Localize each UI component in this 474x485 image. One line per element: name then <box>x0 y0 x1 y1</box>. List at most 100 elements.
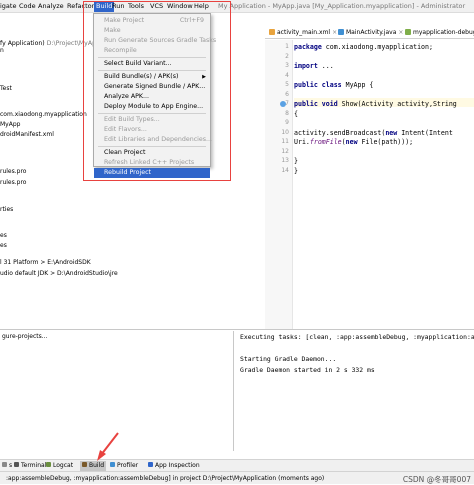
line-number: 13 <box>281 157 289 164</box>
line-number: 3 <box>285 62 289 69</box>
toolwindow-profiler[interactable]: Profiler <box>110 462 138 469</box>
toolwindow-label: Logcat <box>53 462 74 469</box>
tree-node[interactable]: rties <box>0 206 13 213</box>
code-token: new <box>345 138 362 146</box>
watermark: CSDN @冬哥哥007 <box>402 475 471 484</box>
code-line: import ... <box>294 62 334 70</box>
console-line: Starting Gradle Daemon... <box>240 355 337 363</box>
code-token: File(path))); <box>361 138 414 146</box>
line-number: 14 <box>281 166 289 174</box>
code-line: { <box>294 110 298 118</box>
menu-igate[interactable]: igate <box>0 2 16 10</box>
code-token: MyApp { <box>345 81 374 89</box>
code-token: new <box>385 128 402 137</box>
editor-gutter: 1 2 3 4 5 6 7 8 9 10 11 12 13 14 <box>265 40 293 330</box>
line-number: 8 <box>285 109 289 117</box>
tree-node[interactable]: n <box>0 47 4 54</box>
code-token: public class <box>294 81 346 89</box>
toolwindow-label: Terminal <box>21 462 47 469</box>
code-token: fromFile <box>309 138 342 146</box>
line-number: 6 <box>285 90 289 98</box>
code-line: Uri.fromFile(new File(path))); <box>294 138 413 146</box>
tab-1[interactable]: MainActivity.java × <box>338 29 403 36</box>
code-token: } <box>294 157 298 165</box>
hammer-icon <box>82 462 87 467</box>
line-number: 4 <box>285 71 289 79</box>
toolwindow-s[interactable]: s <box>2 462 12 469</box>
build-task-item[interactable]: gure-projects... <box>2 333 47 340</box>
override-icon[interactable] <box>280 101 286 107</box>
line-number: 1 <box>285 43 289 50</box>
window-title: My Application - MyApp.java [My_Applicat… <box>218 2 466 10</box>
tree-node[interactable]: udio default JDK > D:\AndroidStudio\jre <box>0 270 118 277</box>
code-editor[interactable]: package com.xiaodong.myapplication; impor… <box>294 40 474 330</box>
panel-divider[interactable] <box>0 329 474 330</box>
console-line: Gradle Daemon started in 2 s 332 ms <box>240 366 375 374</box>
code-token: { <box>294 109 298 118</box>
tab-label: myapplication-debug... <box>413 29 474 36</box>
tree-node[interactable]: rules.pro <box>0 179 26 186</box>
menu-code[interactable]: Code <box>19 2 36 10</box>
code-token: ... <box>321 62 334 70</box>
code-line: activity.sendBroadcast(new Intent(Intent <box>294 129 453 137</box>
terminal-icon <box>14 462 19 467</box>
tree-node[interactable]: l 31 Platform > E:\AndroidSDK <box>0 259 91 266</box>
close-icon[interactable]: × <box>332 29 337 36</box>
close-icon[interactable]: × <box>398 29 403 36</box>
code-line: } <box>294 157 298 165</box>
editor-tabs: activity_main.xml × MainActivity.java × myap… <box>265 27 474 39</box>
code-token: Intent(Intent <box>401 128 453 137</box>
toolwindow-label: App Inspection <box>155 462 200 469</box>
line-number: 2 <box>285 52 289 60</box>
list-icon <box>2 462 7 467</box>
code-token: public void <box>294 100 342 108</box>
tool-window-bar: s Terminal Logcat Build Profiler App Inspecti… <box>0 459 474 471</box>
code-token: import <box>294 62 322 70</box>
tree-node[interactable]: es <box>0 232 7 239</box>
logcat-icon <box>46 462 51 467</box>
tab-label: MainActivity.java <box>346 29 397 36</box>
annotation-highlight-box <box>83 1 231 181</box>
toolwindow-app-inspection[interactable]: App Inspection <box>148 462 200 469</box>
code-token: Uri. <box>294 138 310 146</box>
menu-analyze[interactable]: Analyze <box>38 2 64 10</box>
console-line: Executing tasks: [clean, :app:assembleDe… <box>240 333 474 341</box>
code-token: } <box>294 166 298 175</box>
toolwindow-terminal[interactable]: Terminal <box>14 462 46 469</box>
line-number: 5 <box>285 81 289 88</box>
tree-node[interactable]: es <box>0 242 7 249</box>
toolwindow-logcat[interactable]: Logcat <box>46 462 73 469</box>
toolwindow-build[interactable]: Build <box>80 461 107 471</box>
code-line: public class MyApp { <box>294 81 373 89</box>
status-text: :app:assembleDebug, :myapplication:assem… <box>6 475 325 482</box>
file-icon <box>405 29 411 35</box>
tree-node[interactable]: MyApp <box>0 121 20 128</box>
code-token: Show(Activity activity,String <box>341 100 457 108</box>
line-number: 9 <box>285 119 289 126</box>
code-line: package com.xiaodong.myapplication; <box>294 43 433 51</box>
build-tree-panel: gure-projects... <box>0 331 232 451</box>
toolwindow-label: Profiler <box>117 462 139 469</box>
code-token: package <box>294 43 326 51</box>
status-bar: :app:assembleDebug, :myapplication:assem… <box>0 471 474 484</box>
tab-0[interactable]: activity_main.xml × <box>269 29 337 36</box>
tree-node[interactable]: rules.pro <box>0 168 26 175</box>
line-number: 10 <box>281 128 289 136</box>
code-token: activity.sendBroadcast( <box>294 128 386 137</box>
tree-node[interactable]: droidManifest.xml <box>0 131 54 138</box>
tab-2[interactable]: myapplication-debug...× <box>405 29 474 36</box>
inspection-icon <box>148 462 153 467</box>
line-number: 12 <box>281 147 289 155</box>
tab-label: activity_main.xml <box>277 29 331 36</box>
file-icon <box>269 29 275 35</box>
toolwindow-label: s <box>9 462 13 469</box>
code-token: com.xiaodong.myapplication; <box>325 43 433 51</box>
profiler-icon <box>110 462 115 467</box>
toolwindow-label: Build <box>89 462 105 469</box>
tree-node[interactable]: Test <box>0 85 12 92</box>
project-tree: n Test com.xiaodong.myapplication MyApp droi… <box>0 42 118 332</box>
file-icon <box>338 29 344 35</box>
tree-node[interactable]: com.xiaodong.myapplication <box>0 111 87 118</box>
build-console: Executing tasks: [clean, :app:assembleDe… <box>233 331 474 451</box>
code-line: } <box>294 167 298 175</box>
